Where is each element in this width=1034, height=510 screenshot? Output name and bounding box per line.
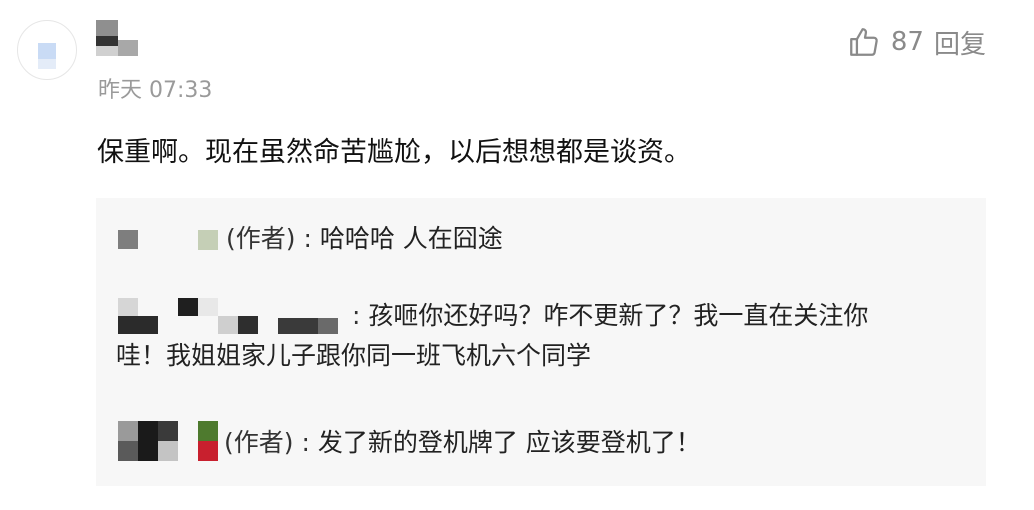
pixel-block (118, 40, 138, 56)
reply-author-redacted[interactable] (116, 421, 224, 463)
pixel-block (318, 318, 338, 334)
thumbs-up-icon[interactable] (847, 25, 881, 59)
comment-card: 昨天 07:33 87 回复 保重啊。现在虽然命苦尴尬，以后想想都是谈资。 (作… (0, 0, 1034, 510)
pixel-block (118, 298, 138, 316)
reply-item: (作者) : 哈哈哈 人在囧途 (116, 219, 966, 259)
pixel-block (238, 316, 258, 334)
reply-author-redacted[interactable] (116, 296, 344, 336)
comment-timestamp: 昨天 07:33 (98, 78, 213, 103)
avatar-pixel (38, 59, 56, 69)
username-redacted[interactable] (96, 20, 140, 58)
pixel-block (96, 46, 118, 56)
replies-panel: (作者) : 哈哈哈 人在囧途 : 孩咂你还好吗？咋不更新了？我一直在关注你 哇… (96, 198, 986, 486)
reply-author-redacted[interactable] (116, 219, 226, 259)
reply-author-tag: (作者) : (224, 428, 318, 457)
pixel-block (96, 36, 118, 46)
reply-button[interactable]: 回复 (934, 24, 986, 61)
reply-author-tag: (作者) : (226, 224, 320, 253)
pixel-block (198, 298, 218, 316)
pixel-block (118, 441, 138, 461)
pixel-block (198, 441, 218, 461)
pixel-block (118, 421, 138, 441)
reply-item: : 孩咂你还好吗？咋不更新了？我一直在关注你 哇！我姐姐家儿子跟你同一班飞机六个… (116, 296, 966, 376)
pixel-block (158, 421, 178, 441)
reply-text: 哈哈哈 人在囧途 (319, 224, 503, 253)
reply-text-line2: 哇！我姐姐家儿子跟你同一班飞机六个同学 (116, 341, 592, 370)
pixel-block (198, 421, 218, 441)
comment-actions: 87 回复 (847, 24, 986, 60)
avatar-pixel (38, 43, 56, 59)
pixel-block (138, 421, 158, 461)
pixel-block (218, 316, 238, 334)
pixel-block (178, 298, 198, 316)
pixel-block (118, 316, 158, 334)
avatar[interactable] (17, 20, 77, 80)
pixel-block (118, 230, 138, 249)
pixel-block (198, 230, 218, 250)
like-count[interactable]: 87 (891, 27, 924, 57)
reply-text: 发了新的登机牌了 应该要登机了！ (317, 428, 701, 457)
reply-author-tag: : (344, 301, 369, 330)
comment-text: 保重啊。现在虽然命苦尴尬，以后想想都是谈资。 (97, 137, 691, 168)
pixel-block (96, 20, 118, 36)
reply-text-line1: 孩咂你还好吗？咋不更新了？我一直在关注你 (368, 301, 869, 330)
reply-item: (作者) : 发了新的登机牌了 应该要登机了！ (116, 421, 966, 463)
pixel-block (158, 441, 178, 461)
